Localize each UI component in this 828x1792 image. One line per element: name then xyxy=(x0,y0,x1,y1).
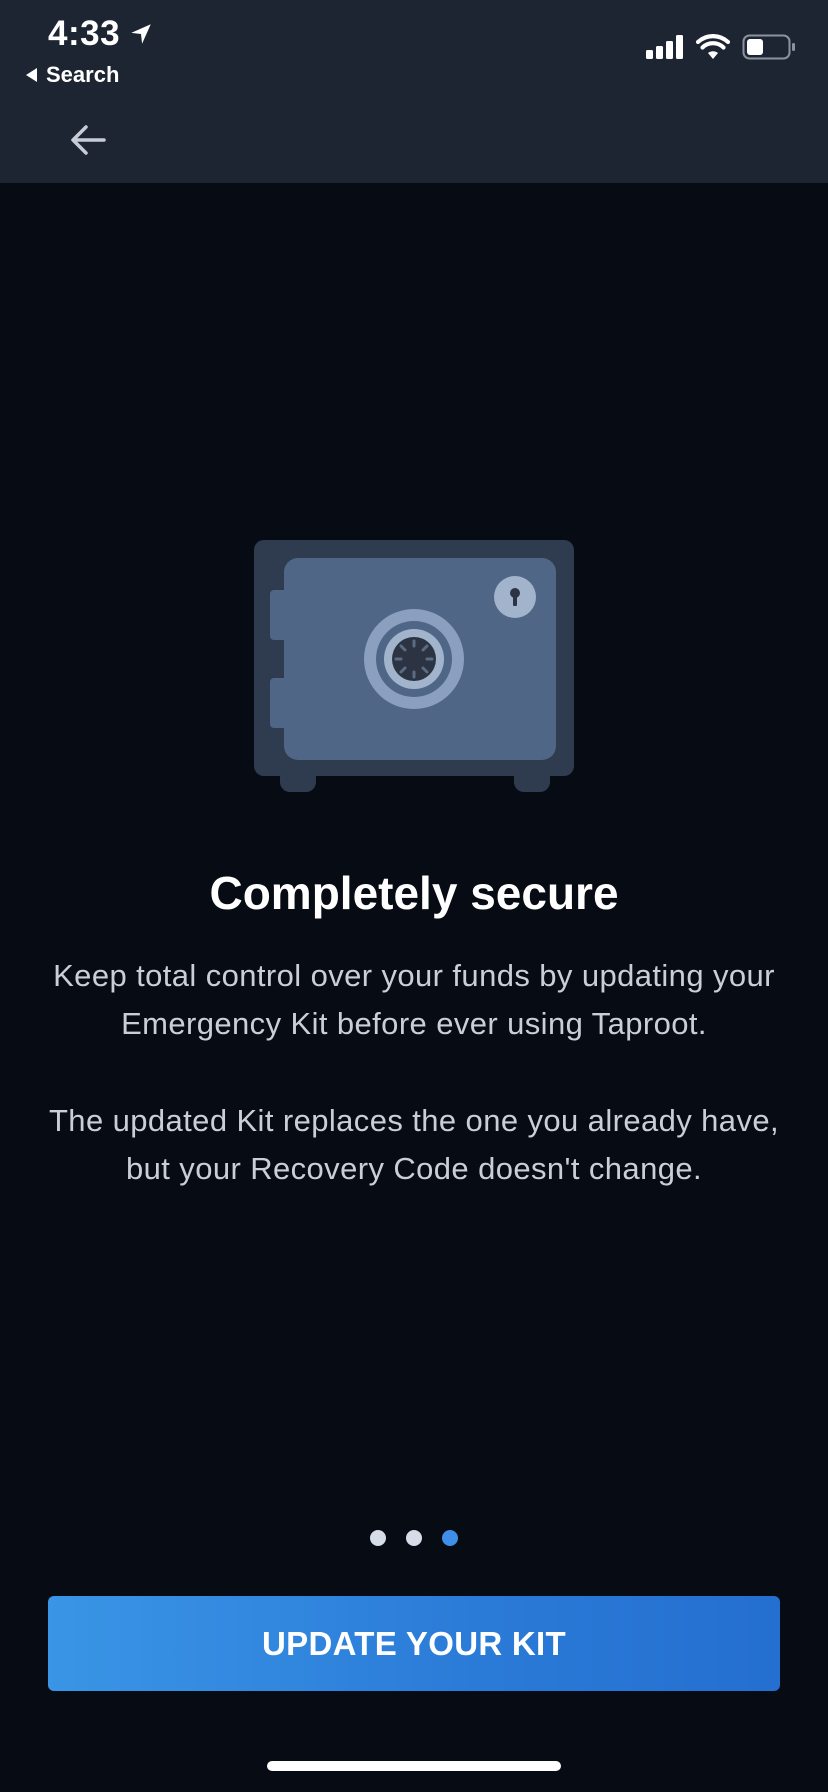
top-header: 4:33 Search xyxy=(0,0,828,183)
wifi-icon xyxy=(696,34,730,59)
status-icons xyxy=(646,34,796,60)
location-arrow-icon xyxy=(131,24,151,44)
safe-illustration xyxy=(254,540,574,792)
back-to-search-label: Search xyxy=(46,62,120,87)
page-dot-2 xyxy=(406,1530,422,1546)
arrow-left-icon xyxy=(71,125,106,155)
description-paragraph-2: The updated Kit replaces the one you alr… xyxy=(48,1103,780,1186)
page-dot-1 xyxy=(370,1530,386,1546)
update-your-kit-button[interactable]: UPDATE YOUR KIT xyxy=(48,1596,780,1691)
signal-icon xyxy=(646,35,683,59)
back-button[interactable] xyxy=(60,112,116,168)
time-text: 4:33 xyxy=(48,14,121,53)
battery-icon xyxy=(742,34,795,60)
home-indicator[interactable] xyxy=(267,1761,561,1771)
page-dot-3-active xyxy=(442,1530,458,1546)
description-paragraph-1: Keep total control over your funds by up… xyxy=(53,958,775,1041)
page-title: Completely secure xyxy=(209,867,619,919)
page-indicator xyxy=(0,1530,828,1546)
status-time: 4:33 xyxy=(48,14,154,54)
back-triangle-icon xyxy=(26,68,37,82)
back-to-search-link[interactable]: Search xyxy=(26,62,119,88)
